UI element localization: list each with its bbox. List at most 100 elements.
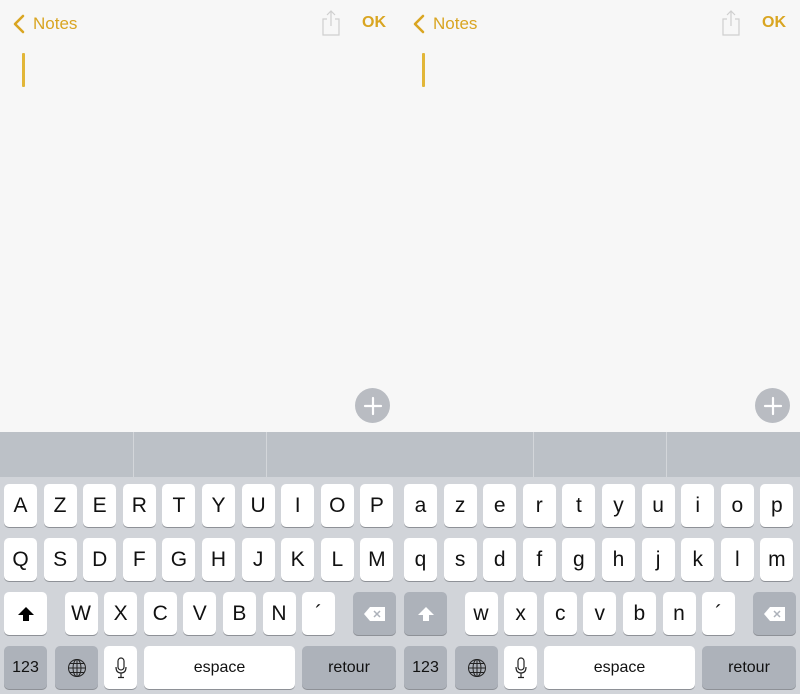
key-e[interactable]: E (83, 484, 117, 527)
key-r[interactable]: R (122, 484, 156, 527)
key-p[interactable]: p (760, 484, 794, 527)
key-t[interactable]: t (562, 484, 596, 527)
shift-icon (417, 606, 434, 621)
suggestion-slot[interactable] (0, 432, 134, 477)
notes-screen-uppercase: Notes OK A Z E R T Y U I O P Q S D F G H J K L M W X C V B N ´ 123 e… (0, 0, 400, 694)
space-key[interactable]: espace (144, 646, 295, 689)
key-u[interactable]: U (241, 484, 275, 527)
key-m[interactable]: M (360, 538, 394, 581)
shift-icon (17, 606, 34, 621)
key-f[interactable]: F (122, 538, 156, 581)
key-k[interactable]: K (281, 538, 315, 581)
key-n[interactable]: N (262, 592, 296, 635)
key-acute-accent[interactable]: ´ (702, 592, 736, 635)
key-q[interactable]: Q (4, 538, 37, 581)
suggestion-slot[interactable] (267, 432, 400, 477)
key-t[interactable]: T (162, 484, 196, 527)
key-d[interactable]: d (483, 538, 517, 581)
share-icon[interactable] (721, 9, 741, 37)
key-z[interactable]: Z (43, 484, 77, 527)
delete-icon (763, 606, 785, 621)
navigation-bar: Notes OK (400, 0, 800, 48)
navigation-bar: Notes OK (0, 0, 400, 48)
predictive-suggestion-bar (0, 432, 400, 477)
suggestion-slot[interactable] (400, 432, 534, 477)
delete-key[interactable] (353, 592, 396, 635)
key-u[interactable]: u (641, 484, 675, 527)
key-l[interactable]: l (720, 538, 754, 581)
key-h[interactable]: H (202, 538, 235, 581)
key-o[interactable]: O (320, 484, 354, 527)
ok-button[interactable]: OK (762, 14, 786, 32)
space-key[interactable]: espace (544, 646, 695, 689)
key-n[interactable]: n (662, 592, 696, 635)
numbers-key[interactable]: 123 (404, 646, 447, 689)
globe-key[interactable] (455, 646, 498, 689)
key-a[interactable]: a (404, 484, 437, 527)
key-b[interactable]: B (222, 592, 256, 635)
microphone-key[interactable] (504, 646, 537, 689)
key-l[interactable]: L (320, 538, 354, 581)
delete-key[interactable] (753, 592, 796, 635)
key-k[interactable]: k (681, 538, 715, 581)
key-w[interactable]: W (64, 592, 98, 635)
key-p[interactable]: P (360, 484, 394, 527)
globe-icon (67, 658, 86, 677)
microphone-icon (114, 656, 127, 678)
note-text-area[interactable] (400, 48, 800, 432)
key-i[interactable]: I (281, 484, 315, 527)
key-x[interactable]: X (104, 592, 138, 635)
ok-button[interactable]: OK (362, 14, 386, 32)
key-s[interactable]: s (443, 538, 477, 581)
keyboard: a z e r t y u i o p q s d f g h j k l m w x c v b n ´ 123 espace reto… (400, 477, 800, 694)
back-to-notes-button[interactable]: Notes (12, 12, 77, 36)
key-x[interactable]: x (504, 592, 538, 635)
key-z[interactable]: z (443, 484, 477, 527)
key-w[interactable]: w (464, 592, 498, 635)
key-j[interactable]: j (641, 538, 675, 581)
globe-key[interactable] (55, 646, 98, 689)
key-b[interactable]: b (622, 592, 656, 635)
key-c[interactable]: C (143, 592, 177, 635)
key-r[interactable]: r (522, 484, 556, 527)
shift-key[interactable] (404, 592, 447, 635)
key-g[interactable]: g (562, 538, 596, 581)
chevron-left-icon (13, 14, 25, 34)
notes-screen-lowercase: Notes OK a z e r t y u i o p q s d f g h j k l m w x c v b n ´ 123 e… (400, 0, 800, 694)
share-icon[interactable] (321, 9, 341, 37)
numbers-key[interactable]: 123 (4, 646, 47, 689)
key-g[interactable]: G (162, 538, 196, 581)
note-text-area[interactable] (0, 48, 400, 432)
back-to-notes-button[interactable]: Notes (412, 12, 477, 36)
shift-key[interactable] (4, 592, 47, 635)
suggestion-slot[interactable] (667, 432, 800, 477)
key-m[interactable]: m (760, 538, 794, 581)
key-j[interactable]: J (241, 538, 275, 581)
key-h[interactable]: h (602, 538, 635, 581)
add-attachment-button[interactable] (355, 388, 390, 423)
key-c[interactable]: c (543, 592, 577, 635)
key-a[interactable]: A (4, 484, 37, 527)
key-o[interactable]: o (720, 484, 754, 527)
key-v[interactable]: V (183, 592, 217, 635)
key-i[interactable]: i (681, 484, 715, 527)
suggestion-slot[interactable] (134, 432, 268, 477)
key-acute-accent[interactable]: ´ (302, 592, 336, 635)
key-y[interactable]: Y (202, 484, 235, 527)
delete-icon (363, 606, 385, 621)
suggestion-slot[interactable] (534, 432, 668, 477)
microphone-key[interactable] (104, 646, 137, 689)
return-key[interactable]: retour (702, 646, 796, 689)
add-attachment-button[interactable] (755, 388, 790, 423)
plus-icon (763, 396, 782, 415)
key-y[interactable]: y (602, 484, 635, 527)
key-v[interactable]: v (583, 592, 617, 635)
key-s[interactable]: S (43, 538, 77, 581)
return-key[interactable]: retour (302, 646, 396, 689)
text-cursor (422, 53, 425, 87)
plus-icon (363, 396, 382, 415)
key-d[interactable]: D (83, 538, 117, 581)
key-e[interactable]: e (483, 484, 517, 527)
key-f[interactable]: f (522, 538, 556, 581)
key-q[interactable]: q (404, 538, 437, 581)
